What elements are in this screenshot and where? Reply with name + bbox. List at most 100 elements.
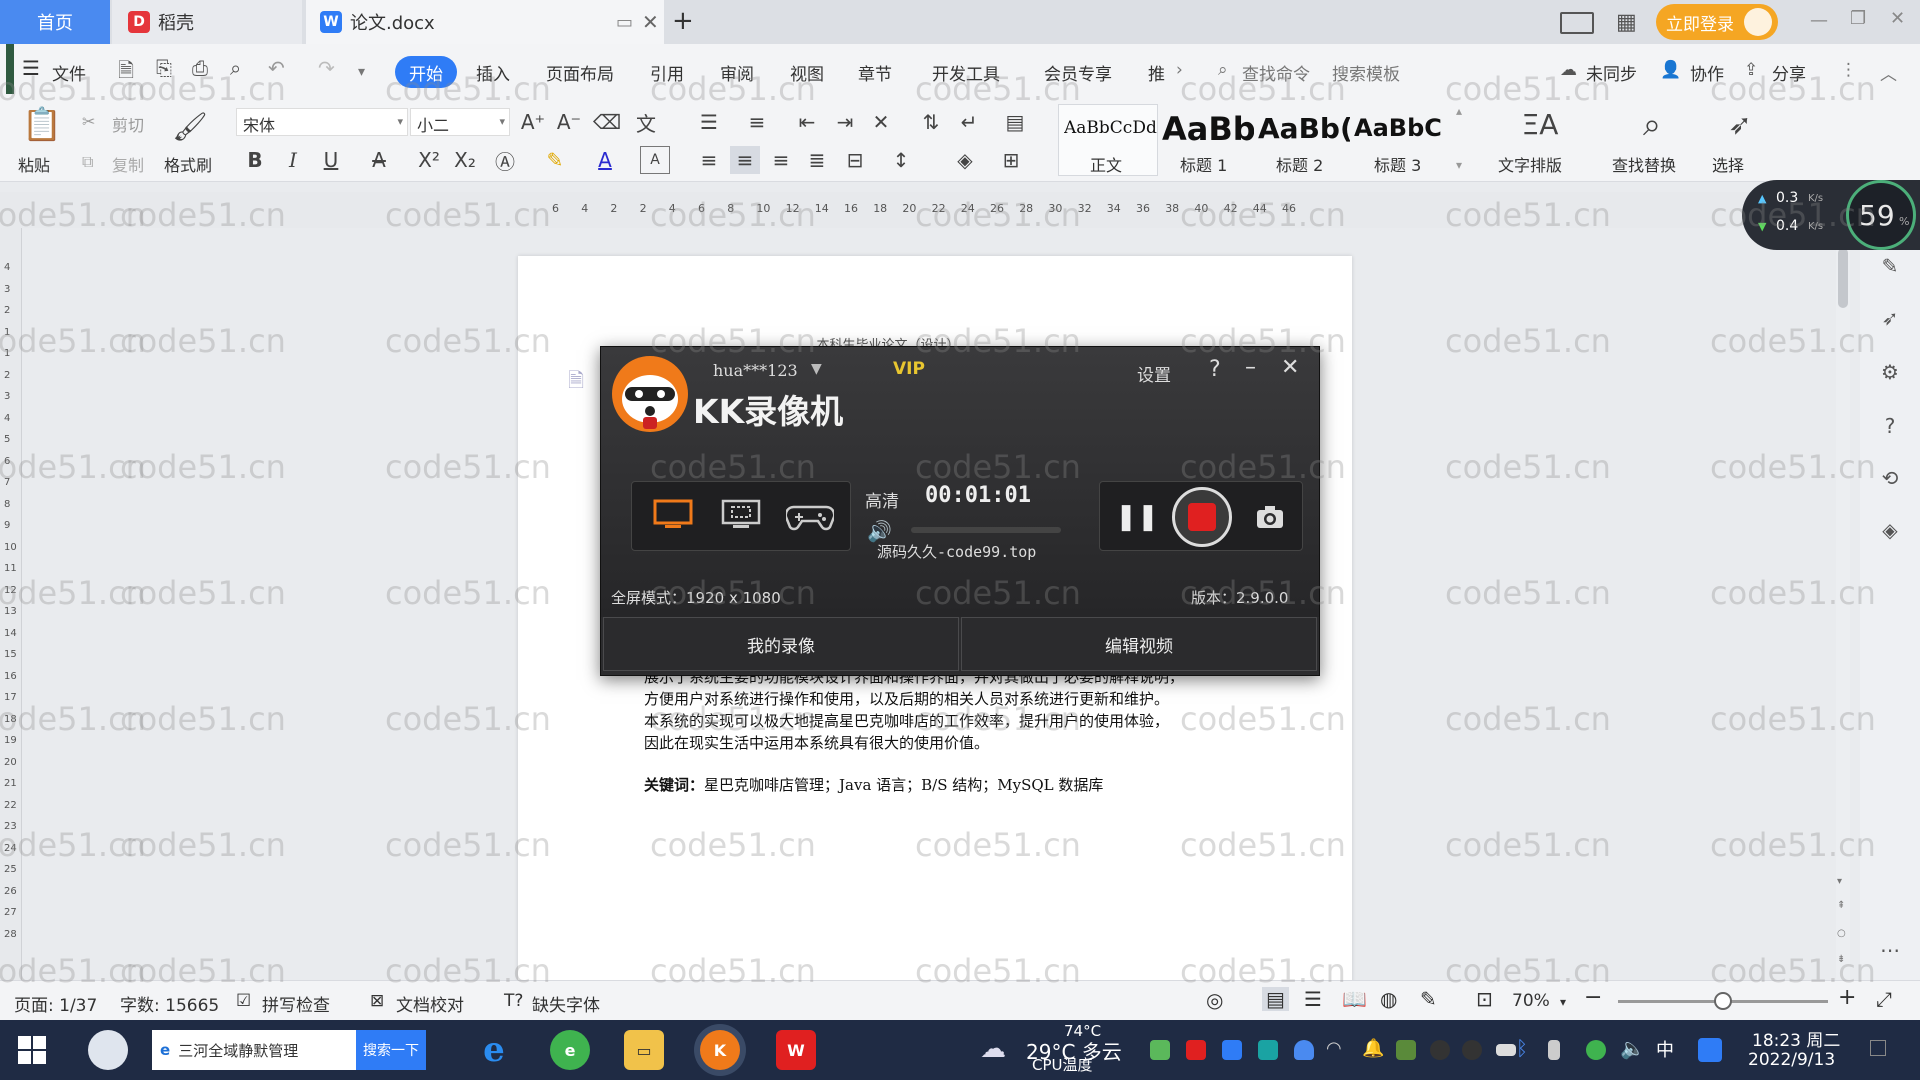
menu-insert[interactable]: 插入 <box>476 60 510 85</box>
hamburger-icon[interactable]: ☰ <box>22 56 40 80</box>
select-cursor-icon[interactable]: ➶ <box>1720 104 1760 144</box>
fullscreen-icon[interactable]: ⤢ <box>1876 987 1892 1011</box>
fullscreen-mode-icon[interactable] <box>651 497 695 533</box>
text-layout-label[interactable]: 文字排版 <box>1498 152 1562 176</box>
assistant-avatar-icon[interactable] <box>88 1030 128 1070</box>
backup-icon[interactable]: ⟲ <box>1876 464 1904 492</box>
tray-teal-icon[interactable] <box>1258 1040 1278 1060</box>
format-painter-icon[interactable]: 🖌 <box>170 106 210 146</box>
copy-button[interactable]: 复制 <box>112 152 144 176</box>
tray-nvidia-icon[interactable] <box>1396 1040 1416 1060</box>
sort-icon[interactable]: ⇅ <box>916 108 946 136</box>
read-view-icon[interactable]: 📖 <box>1342 987 1367 1011</box>
menu-file[interactable]: 文件 <box>52 60 86 85</box>
zoom-level[interactable]: 70% <box>1512 991 1550 1011</box>
sync-button[interactable]: 未同步 <box>1586 60 1637 85</box>
menu-developer[interactable]: 开发工具 <box>932 60 1000 85</box>
font-color-icon[interactable]: A <box>590 146 620 174</box>
clear-format-icon[interactable]: ⌫ <box>592 108 622 136</box>
menu-references[interactable]: 引用 <box>650 60 684 85</box>
battery-icon[interactable] <box>1496 1044 1516 1056</box>
edit-pen-icon[interactable]: ✎ <box>1876 252 1904 280</box>
maximize-icon[interactable]: ❐ <box>1850 8 1866 29</box>
proofread-button[interactable]: 文档校对 <box>396 991 464 1016</box>
recorder-settings-button[interactable]: 设置 <box>1137 361 1171 386</box>
recorder-username[interactable]: hua***123 <box>713 361 798 380</box>
redo-icon[interactable]: ↷ <box>318 56 335 80</box>
menu-chapter[interactable]: 章节 <box>858 60 892 85</box>
apps-grid-icon[interactable]: ▦ <box>1616 10 1637 35</box>
menu-view[interactable]: 视图 <box>790 60 824 85</box>
bullet-list-icon[interactable]: ☰ <box>694 108 724 136</box>
text-effect-icon[interactable]: Ⓐ <box>490 146 520 174</box>
print-preview-icon[interactable]: ⌕ <box>230 56 241 80</box>
justify-icon[interactable]: ≣ <box>802 146 832 174</box>
notification-bell-icon[interactable]: 🔔 <box>1362 1038 1384 1059</box>
zoom-in-icon[interactable]: + <box>1838 985 1856 1010</box>
wps-taskbar-icon[interactable]: W <box>776 1030 816 1070</box>
strikethrough-icon[interactable]: A <box>364 146 394 174</box>
shading-icon[interactable]: ◈ <box>950 146 980 174</box>
tray-q-icon[interactable] <box>1698 1038 1722 1062</box>
write-view-icon[interactable]: ✎ <box>1420 987 1437 1011</box>
paste-icon[interactable]: 📋 <box>22 104 62 144</box>
page-view-icon[interactable]: ▤ <box>1262 987 1289 1011</box>
menu-start[interactable]: 开始 <box>395 56 457 88</box>
text-layout-icon[interactable]: ΞA <box>1520 104 1560 144</box>
stop-record-button[interactable] <box>1172 487 1232 547</box>
screenshot-camera-icon[interactable] <box>1253 501 1287 533</box>
style-h2-preview[interactable]: AaBb( <box>1258 112 1350 146</box>
align-left-icon[interactable]: ≡ <box>694 146 724 174</box>
decrease-indent-icon[interactable]: ⇤ <box>792 108 822 136</box>
volume-icon[interactable]: 🔊 <box>867 519 892 543</box>
game-mode-icon[interactable] <box>785 497 835 533</box>
collab-button[interactable]: 协作 <box>1690 60 1724 85</box>
search-command-input[interactable]: 查找命令 <box>1242 60 1310 85</box>
menu-more-icon[interactable]: › <box>1176 60 1183 80</box>
login-button[interactable]: 立即登录 <box>1656 4 1778 40</box>
tray-shield-icon[interactable] <box>1294 1040 1314 1060</box>
help-circle-icon[interactable]: ? <box>1876 412 1904 440</box>
page-indicator[interactable]: 页面: 1/37 <box>14 991 97 1016</box>
highlight-icon[interactable]: ✎ <box>540 146 570 174</box>
recorder-help-button[interactable]: ? <box>1209 357 1221 382</box>
layout-icon[interactable] <box>1560 12 1594 34</box>
weather-cloud-icon[interactable]: ☁ <box>980 1034 1006 1064</box>
format-painter-label[interactable]: 格式刷 <box>164 152 212 176</box>
cut-button[interactable]: 剪切 <box>112 112 144 136</box>
tab-daoke[interactable]: D 稻壳 <box>112 0 302 44</box>
kk-recorder-taskbar-icon[interactable]: K <box>700 1030 740 1070</box>
numbered-list-icon[interactable]: ≡ <box>742 108 772 136</box>
prev-page-icon[interactable]: ⇞ <box>1837 900 1845 911</box>
align-center-icon[interactable]: ≡ <box>730 146 760 174</box>
tray-qq-icon[interactable] <box>1430 1040 1450 1060</box>
increase-indent-icon[interactable]: ⇥ <box>830 108 860 136</box>
wifi-icon[interactable]: ◠ <box>1326 1038 1342 1059</box>
user-dropdown-icon[interactable]: ▼ <box>811 361 822 377</box>
print-icon[interactable]: ⎙ <box>192 56 208 80</box>
adjust-settings-icon[interactable]: ⚙ <box>1876 358 1904 386</box>
menu-recommend[interactable]: 推 <box>1148 60 1165 85</box>
select-label[interactable]: 选择 <box>1712 152 1744 176</box>
shrink-font-icon[interactable]: A⁻ <box>554 108 584 136</box>
style-h1-preview[interactable]: AaBb <box>1162 110 1254 144</box>
file-explorer-icon[interactable]: ▭ <box>624 1030 664 1070</box>
tab-home[interactable]: 首页 <box>0 0 110 44</box>
search-template-input[interactable]: 搜索模板 <box>1332 60 1400 85</box>
font-name-select[interactable]: 宋体 ▾ <box>236 108 408 136</box>
web-view-icon[interactable]: ◍ <box>1380 987 1397 1011</box>
menu-page-layout[interactable]: 页面布局 <box>546 60 614 85</box>
usb-icon[interactable] <box>1548 1040 1560 1060</box>
bluetooth-icon[interactable]: ᛒ <box>1516 1036 1528 1060</box>
minimize-icon[interactable]: — <box>1810 10 1828 31</box>
align-right-icon[interactable]: ≡ <box>766 146 796 174</box>
char-border-icon[interactable]: A <box>640 146 670 174</box>
kk-recorder-window[interactable]: hua***123 ▼ VIP 设置 ? – ✕ KK录像机 高清 00:01:… <box>600 346 1320 676</box>
recorder-minimize-icon[interactable]: – <box>1245 355 1256 380</box>
next-page-icon[interactable]: ⇟ <box>1837 954 1845 965</box>
edit-video-button[interactable]: 编辑视频 <box>961 617 1317 671</box>
network-speed-widget[interactable]: ▲ 0.3 K/s ▼ 0.4 K/s 59 % <box>1742 180 1920 250</box>
paste-label[interactable]: 粘贴 <box>18 152 50 176</box>
doc-nav-icon[interactable]: 🗎 <box>568 366 584 400</box>
save-icon[interactable]: 🗎 <box>118 56 134 90</box>
